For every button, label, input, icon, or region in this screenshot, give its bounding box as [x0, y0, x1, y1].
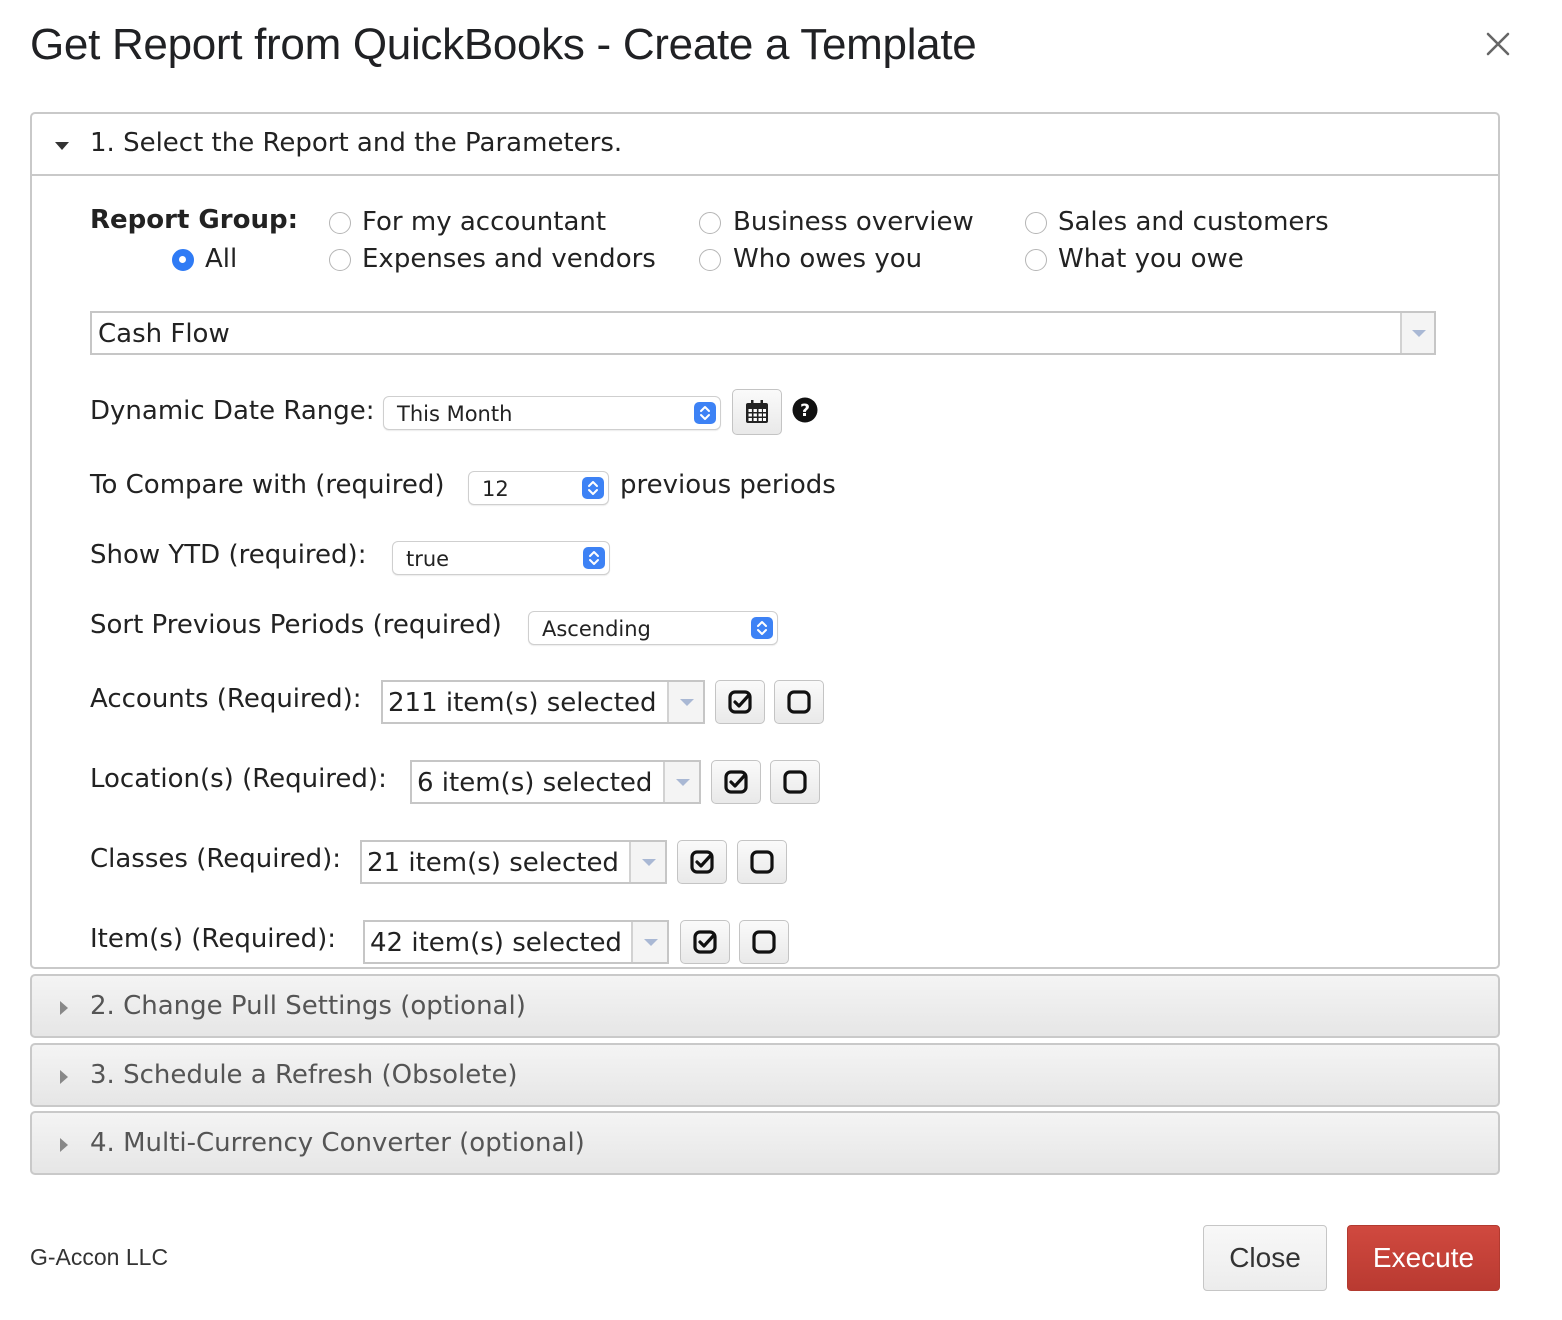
classes-select-all-button[interactable] [677, 840, 727, 884]
help-icon[interactable]: ? [792, 397, 818, 423]
uncheck-all-icon [750, 850, 774, 874]
check-all-icon [690, 850, 714, 874]
radio-business-overview-label[interactable]: Business overview [733, 207, 974, 237]
chevron-down-icon [1412, 330, 1426, 337]
section-4-title: 4. Multi-Currency Converter (optional) [90, 1128, 585, 1158]
collapsed-triangle-icon [60, 1001, 68, 1015]
radio-who-owes-you-label[interactable]: Who owes you [733, 244, 922, 274]
date-range-label: Dynamic Date Range: [90, 396, 375, 426]
dialog-title: Get Report from QuickBooks - Create a Te… [30, 20, 977, 69]
radio-sales-and-customers-label[interactable]: Sales and customers [1058, 207, 1329, 237]
date-range-select[interactable]: This Month [383, 396, 721, 430]
section-1-title: 1. Select the Report and the Parameters. [90, 128, 623, 158]
check-all-icon [693, 930, 717, 954]
items-multiselect[interactable]: 42 item(s) selected [363, 920, 669, 964]
classes-dropdown-arrow[interactable] [629, 842, 665, 882]
section-multi-currency[interactable]: 4. Multi-Currency Converter (optional) [30, 1111, 1500, 1175]
accounts-select-all-button[interactable] [715, 680, 765, 724]
compare-value: 12 [482, 477, 509, 501]
collapsed-triangle-icon [60, 1138, 68, 1152]
items-select-all-button[interactable] [680, 920, 730, 964]
radio-all-label[interactable]: All [205, 244, 237, 274]
select-stepper-icon [582, 477, 604, 499]
date-range-value: This Month [397, 402, 513, 426]
chevron-down-icon [644, 939, 658, 946]
items-label: Item(s) (Required): [90, 924, 337, 954]
execute-button[interactable]: Execute [1347, 1225, 1500, 1291]
ytd-select[interactable]: true [392, 541, 610, 575]
radio-what-you-owe[interactable] [1025, 249, 1047, 271]
accounts-value: 211 item(s) selected [388, 688, 657, 718]
close-button[interactable]: Close [1203, 1225, 1327, 1291]
ytd-value: true [406, 547, 450, 571]
compare-label: To Compare with (required) [90, 470, 445, 500]
section-2-title: 2. Change Pull Settings (optional) [90, 991, 526, 1021]
locations-multiselect[interactable]: 6 item(s) selected [410, 760, 701, 804]
section-1-header[interactable]: 1. Select the Report and the Parameters. [32, 114, 1498, 176]
classes-label: Classes (Required): [90, 844, 341, 874]
select-stepper-icon [583, 547, 605, 569]
locations-select-all-button[interactable] [711, 760, 761, 804]
section-3-title: 3. Schedule a Refresh (Obsolete) [90, 1060, 518, 1090]
radio-all[interactable] [172, 249, 194, 271]
select-stepper-icon [694, 402, 716, 424]
items-clear-all-button[interactable] [739, 920, 789, 964]
company-name: G-Accon LLC [30, 1244, 169, 1270]
radio-business-overview[interactable] [699, 212, 721, 234]
radio-for-my-accountant[interactable] [329, 212, 351, 234]
locations-clear-all-button[interactable] [770, 760, 820, 804]
radio-expenses-and-vendors-label[interactable]: Expenses and vendors [362, 244, 656, 274]
report-group-label: Report Group: [90, 205, 298, 235]
collapsed-triangle-icon [60, 1070, 68, 1084]
radio-what-you-owe-label[interactable]: What you owe [1058, 244, 1244, 274]
items-dropdown-arrow[interactable] [631, 922, 667, 962]
accounts-label: Accounts (Required): [90, 684, 362, 714]
classes-clear-all-button[interactable] [737, 840, 787, 884]
ytd-label: Show YTD (required): [90, 540, 367, 570]
locations-label: Location(s) (Required): [90, 764, 387, 794]
uncheck-all-icon [752, 930, 776, 954]
section-pull-settings[interactable]: 2. Change Pull Settings (optional) [30, 974, 1500, 1038]
select-stepper-icon [751, 617, 773, 639]
chevron-down-icon [680, 699, 694, 706]
radio-for-my-accountant-label[interactable]: For my accountant [362, 207, 606, 237]
radio-expenses-and-vendors[interactable] [329, 249, 351, 271]
chevron-down-icon [642, 859, 656, 866]
radio-who-owes-you[interactable] [699, 249, 721, 271]
compare-suffix: previous periods [620, 470, 836, 500]
report-select[interactable]: Cash Flow [90, 311, 1436, 355]
check-all-icon [728, 690, 752, 714]
items-value: 42 item(s) selected [370, 928, 622, 958]
svg-text:?: ? [800, 401, 810, 421]
radio-sales-and-customers[interactable] [1025, 212, 1047, 234]
expanded-triangle-icon [55, 142, 69, 150]
check-all-icon [724, 770, 748, 794]
section-schedule-refresh[interactable]: 3. Schedule a Refresh (Obsolete) [30, 1043, 1500, 1107]
classes-multiselect[interactable]: 21 item(s) selected [360, 840, 667, 884]
compare-select[interactable]: 12 [468, 471, 609, 505]
calendar-icon [746, 400, 768, 423]
report-select-value: Cash Flow [98, 319, 230, 349]
uncheck-all-icon [787, 690, 811, 714]
uncheck-all-icon [783, 770, 807, 794]
locations-dropdown-arrow[interactable] [663, 762, 699, 802]
sort-select[interactable]: Ascending [528, 611, 778, 645]
chevron-down-icon [676, 779, 690, 786]
accounts-clear-all-button[interactable] [774, 680, 824, 724]
sort-value: Ascending [542, 617, 651, 641]
classes-value: 21 item(s) selected [367, 848, 619, 878]
close-icon[interactable] [1482, 28, 1514, 60]
locations-value: 6 item(s) selected [417, 768, 653, 798]
accounts-dropdown-arrow[interactable] [667, 682, 703, 722]
calendar-button[interactable] [732, 389, 782, 435]
sort-label: Sort Previous Periods (required) [90, 610, 502, 640]
report-select-arrow[interactable] [1400, 313, 1434, 353]
accounts-multiselect[interactable]: 211 item(s) selected [381, 680, 705, 724]
